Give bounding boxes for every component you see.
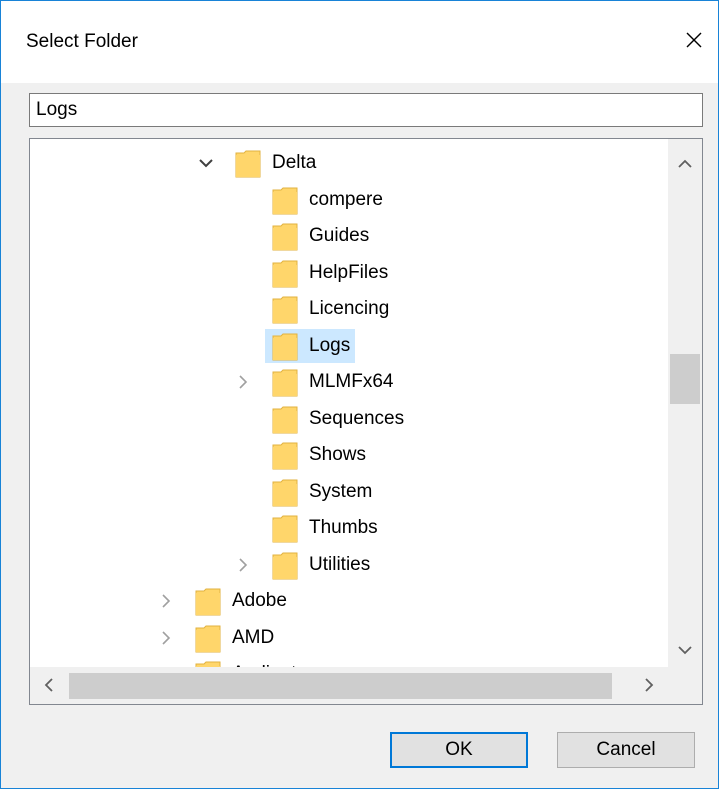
folder-icon (235, 148, 261, 178)
folder-icon (272, 367, 298, 397)
chevron-right-icon[interactable] (158, 630, 174, 646)
folder-icon (272, 477, 298, 507)
tree-item[interactable]: System (30, 475, 668, 509)
folder-icon (195, 659, 221, 667)
tree-item-label: Guides (309, 225, 370, 246)
chevron-right-icon[interactable] (158, 593, 174, 609)
vertical-scrollbar[interactable] (668, 139, 702, 667)
scroll-left-icon[interactable] (32, 668, 66, 702)
folder-tree-viewport: Delta compere Guides HelpFiles Licencing Logs… (30, 139, 668, 667)
chevron-down-icon[interactable] (198, 155, 214, 171)
tree-item-label: System (309, 480, 373, 502)
folder-icon (272, 550, 298, 580)
folder-tree[interactable]: Delta compere Guides HelpFiles Licencing Logs… (29, 138, 703, 705)
tree-item[interactable]: AMD (30, 621, 668, 655)
vertical-scroll-thumb[interactable] (670, 354, 700, 404)
tree-item[interactable]: Shows (30, 438, 668, 472)
folder-icon (195, 586, 221, 616)
tree-item[interactable]: HelpFiles (30, 256, 668, 290)
scrollbar-corner (668, 667, 702, 704)
tree-item[interactable]: Thumbs (30, 511, 668, 545)
tree-item[interactable]: Licencing (30, 292, 668, 326)
tree-item[interactable]: Adobe (30, 584, 668, 618)
tree-item[interactable]: Audinate (30, 657, 668, 667)
tree-item-label: Adobe (232, 590, 287, 611)
tree-item-label: compere (309, 188, 383, 210)
tree-item[interactable]: compere (30, 183, 668, 217)
scroll-up-icon[interactable] (668, 147, 702, 181)
tree-item-label: Sequences (309, 407, 405, 429)
tree-item[interactable]: Utilities (30, 548, 668, 582)
select-folder-dialog: Select Folder Delta compere Guides HelpFile… (0, 0, 719, 789)
horizontal-scroll-thumb[interactable] (69, 673, 612, 699)
tree-item-label: Thumbs (309, 517, 378, 538)
scroll-down-icon[interactable] (668, 633, 702, 667)
horizontal-scrollbar[interactable] (30, 667, 668, 704)
folder-icon (272, 404, 298, 434)
folder-icon (272, 513, 298, 543)
dialog-title: Select Folder (26, 31, 138, 52)
scroll-right-icon[interactable] (632, 668, 666, 702)
tree-item[interactable]: Sequences (30, 402, 668, 436)
folder-icon (272, 440, 298, 470)
tree-item-label: Licencing (309, 298, 390, 319)
tree-item-label: Shows (309, 444, 367, 465)
tree-item-label: Utilities (309, 553, 371, 575)
folder-icon (272, 294, 298, 324)
folder-path-input[interactable] (29, 93, 703, 127)
tree-item-label: MLMFx64 (309, 371, 394, 392)
ok-button[interactable]: OK (390, 732, 528, 768)
folder-icon (195, 623, 221, 653)
tree-item-label: Delta (272, 152, 317, 173)
folder-icon (272, 185, 298, 215)
tree-item-label: AMD (232, 626, 275, 648)
folder-icon (272, 258, 298, 288)
chevron-right-icon[interactable] (235, 557, 251, 573)
close-icon[interactable] (677, 23, 711, 57)
tree-item-label: HelpFiles (309, 261, 389, 283)
tree-item[interactable]: MLMFx64 (30, 365, 668, 399)
tree-item[interactable]: Guides (30, 219, 668, 253)
folder-icon (272, 221, 298, 251)
chevron-right-icon[interactable] (235, 374, 251, 390)
tree-item[interactable]: Delta (30, 146, 668, 180)
tree-item[interactable]: Logs (30, 328, 668, 363)
title-bar: Select Folder (1, 1, 718, 83)
folder-icon (272, 331, 298, 361)
cancel-button[interactable]: Cancel (557, 732, 695, 768)
tree-item-label: Logs (309, 334, 351, 356)
